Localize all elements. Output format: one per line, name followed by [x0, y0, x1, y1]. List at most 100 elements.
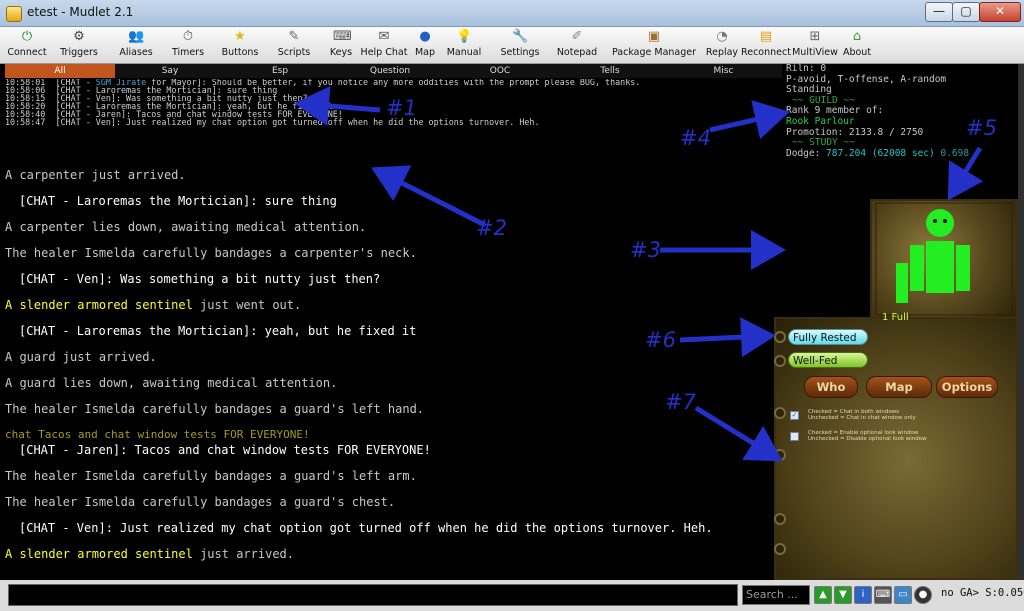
- output-chat-line: [CHAT - Laroremas the Mortician]: sure t…: [19, 194, 337, 208]
- option-line: Unchecked = Disable optional look window: [808, 436, 927, 443]
- annotation-label: #7: [665, 390, 696, 414]
- info-icon[interactable]: i: [854, 586, 872, 604]
- tab-misc[interactable]: Misc: [665, 64, 782, 78]
- output-line: The healer Ismelda carefully bandages a …: [5, 246, 417, 260]
- toolbar-map-button[interactable]: ● Map: [412, 29, 438, 61]
- record-icon[interactable]: ●: [914, 586, 932, 604]
- scripts-icon: ✎: [288, 29, 300, 44]
- mudlet-app-icon: [6, 6, 22, 22]
- output-line: A guard just arrived.: [5, 350, 157, 364]
- annotation-label: #4: [680, 126, 711, 150]
- annotation-label: #5: [966, 116, 997, 140]
- binder-ring: [774, 331, 786, 343]
- minimize-button[interactable]: —: [925, 2, 953, 22]
- buttons-icon: ★: [234, 29, 246, 44]
- search-down-icon[interactable]: ▼: [834, 586, 852, 604]
- tab-question[interactable]: Question: [335, 64, 445, 78]
- notepad-icon: ✐: [571, 29, 583, 44]
- toolbar-multiview-button[interactable]: ⊞ MultiView: [792, 29, 838, 61]
- toolbar-scripts-button[interactable]: ✎ Scripts: [270, 29, 318, 61]
- prompt-status: no GA> S:0.050: [941, 587, 1024, 599]
- keys-icon: ⌨: [333, 29, 352, 44]
- about-icon: ⌂: [852, 29, 862, 44]
- binder-ring: [774, 543, 786, 555]
- sentinel-name: A slender armored sentinel: [5, 547, 193, 561]
- chat-option-text: Checked = Chat in both windows Unchecked …: [808, 409, 916, 422]
- options-button[interactable]: Options: [936, 376, 998, 398]
- fed-status-bar: Well-Fed: [788, 352, 868, 368]
- toolbar-notepad-button[interactable]: ✐ Notepad: [554, 29, 600, 61]
- toolbar-settings-button[interactable]: 🔧 Settings: [494, 29, 546, 61]
- command-bar: Search ... ▲ ▼ i ⌨ ▭ ● no GA> S:0.050: [0, 580, 1024, 611]
- toolbar-help-chat-button[interactable]: ✉ Help Chat: [358, 29, 410, 61]
- toolbar-timers-button[interactable]: ⏱ Timers: [166, 29, 210, 61]
- chat-text: [CHAT - Ven]: Just realized my chat opti…: [55, 116, 540, 127]
- dodge-seconds: (62008 sec): [871, 147, 935, 159]
- output-line: The healer Ismelda carefully bandages a …: [5, 469, 417, 483]
- toolbar-aliases-button[interactable]: 👥 Aliases: [112, 29, 160, 61]
- chat-tab-bar: All Say Esp Question OOC Tells Misc: [5, 64, 782, 78]
- toolbar-manual-button[interactable]: 💡 Manual: [444, 29, 484, 61]
- binder-ring: [774, 355, 786, 367]
- tab-ooc[interactable]: OOC: [445, 64, 555, 78]
- map-button[interactable]: Map: [866, 376, 932, 398]
- window-title: etest - Mudlet 2.1: [27, 5, 134, 19]
- output-chat-line: [CHAT - Ven]: Was something a bit nutty …: [19, 272, 381, 286]
- sentinel-name: A slender armored sentinel: [5, 298, 193, 312]
- chat-both-windows-checkbox[interactable]: ✓: [790, 411, 799, 420]
- side-panel: 1 Full Fully Rested Well-Fed Who Map Opt…: [774, 199, 1018, 580]
- toolbar-package-manager-button[interactable]: ▣ Package Manager: [610, 29, 698, 61]
- connect-icon: ⏻: [21, 29, 33, 44]
- close-button[interactable]: ✕: [979, 2, 1021, 22]
- toolbar-about-button[interactable]: ⌂ About: [840, 29, 874, 61]
- map-icon: ●: [419, 29, 431, 44]
- output-line: A slender armored sentinel just arrived.: [5, 541, 294, 567]
- dodge-label: Dodge:: [786, 147, 827, 159]
- chat-timestamp: 10:58:47: [5, 116, 46, 127]
- command-input[interactable]: [8, 584, 738, 606]
- scrollbar[interactable]: [1018, 64, 1024, 580]
- search-up-icon[interactable]: ▲: [814, 586, 832, 604]
- output-line-rest: just went out.: [192, 298, 302, 312]
- multiview-icon: ⊞: [809, 29, 821, 44]
- maximize-button[interactable]: ▢: [952, 2, 980, 22]
- main-output-window[interactable]: A carpenter just arrived. [CHAT - Larore…: [5, 160, 782, 580]
- screen-icon[interactable]: ▭: [894, 586, 912, 604]
- mudlet-window: etest - Mudlet 2.1 — ▢ ✕ ⏻ Connect ⚙ Trigg…: [0, 0, 1024, 611]
- binder-ring: [774, 449, 786, 461]
- output-line: A carpenter lies down, awaiting medical …: [5, 220, 367, 234]
- body-status: 1 Full: [882, 312, 909, 323]
- dodge-stat: Dodge: 787.204 (62008 sec) 0.698: [786, 147, 1018, 160]
- output-line: A guard lies down, awaiting medical atte…: [5, 376, 338, 390]
- look-window-checkbox[interactable]: [790, 432, 799, 441]
- tab-say[interactable]: Say: [115, 64, 225, 78]
- annotation-label: #1: [386, 96, 417, 120]
- who-button[interactable]: Who: [804, 376, 858, 398]
- search-input[interactable]: Search ...: [742, 585, 810, 605]
- timers-icon: ⏱: [182, 29, 194, 44]
- triggers-icon: ⚙: [73, 29, 85, 44]
- binder-ring: [774, 513, 786, 525]
- toolbar-reconnect-button[interactable]: ▤ Reconnect: [740, 29, 792, 61]
- tab-esp[interactable]: Esp: [225, 64, 335, 78]
- replay-icon: ◔: [716, 29, 728, 44]
- toolbar-buttons-button[interactable]: ★ Buttons: [216, 29, 264, 61]
- tab-tells[interactable]: Tells: [555, 64, 665, 78]
- annotation-label: #6: [645, 328, 676, 352]
- dodge-rate: 0.698: [940, 147, 970, 159]
- riln-stat: Riln: 0: [786, 63, 827, 74]
- toolbar-replay-button[interactable]: ◔ Replay: [702, 29, 742, 61]
- binder-ring: [774, 407, 786, 419]
- reconnect-icon: ▤: [759, 29, 773, 44]
- output-line: The healer Ismelda carefully bandages a …: [5, 402, 425, 416]
- toolbar-connect-button[interactable]: ⏻ Connect: [4, 29, 50, 61]
- output-line: A carpenter just arrived.: [5, 168, 186, 182]
- keyboard-icon[interactable]: ⌨: [874, 586, 892, 604]
- toolbar-triggers-button[interactable]: ⚙ Triggers: [54, 29, 104, 61]
- package-manager-icon: ▣: [647, 29, 661, 44]
- output-line-rest: just arrived.: [192, 547, 294, 561]
- toolbar-keys-button[interactable]: ⌨ Keys: [324, 29, 358, 61]
- tab-all[interactable]: All: [5, 64, 115, 78]
- look-option-text: Checked = Enable optional look window Unc…: [808, 430, 927, 443]
- output-chat-line: [CHAT - Jaren]: Tacos and chat window te…: [19, 443, 431, 457]
